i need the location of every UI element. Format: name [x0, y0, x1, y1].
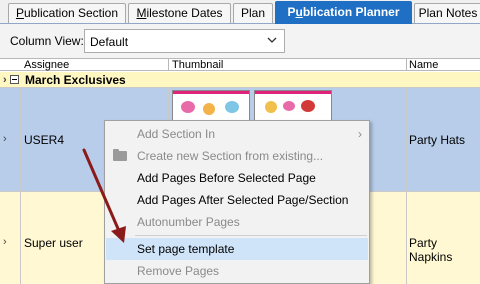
group-row[interactable]: › March Exclusives: [0, 72, 480, 88]
thumbnail-image: [265, 101, 277, 113]
cell-divider: [20, 192, 21, 284]
menu-item-add-pages-after[interactable]: Add Pages After Selected Page/Section: [106, 189, 368, 211]
cell-divider: [406, 88, 407, 191]
thumbnail-image: [181, 101, 195, 113]
cell-divider: [20, 88, 21, 191]
menu-item-add-section-in[interactable]: Add Section In ›: [106, 123, 368, 145]
tab-label: Plan: [240, 6, 266, 20]
column-divider[interactable]: [406, 59, 407, 71]
tab-strip: Publication Section Milestone Dates Plan…: [0, 0, 480, 24]
group-title: March Exclusives: [25, 73, 126, 87]
column-divider[interactable]: [168, 59, 169, 71]
menu-separator: [135, 235, 367, 236]
column-view-select[interactable]: Default: [84, 29, 285, 53]
tab-label: Publication Planner: [287, 5, 400, 19]
thumbnail-image: [225, 101, 239, 113]
menu-item-label: Add Pages After Selected Page/Section: [137, 193, 349, 207]
thumbnail-image: [301, 100, 315, 112]
tab-publication-section[interactable]: Publication Section: [8, 3, 126, 23]
column-header-name[interactable]: Name: [409, 59, 438, 71]
column-view-label: Column View:: [10, 34, 84, 48]
thumbnail-image: [203, 103, 215, 115]
thumbnail-image: [283, 101, 295, 111]
thumbnail-header-band: [173, 91, 249, 94]
row-indicator-icon: ›: [3, 236, 7, 248]
menu-item-add-pages-before[interactable]: Add Pages Before Selected Page: [106, 167, 368, 189]
thumbnail-header-band: [255, 91, 331, 94]
row-indicator-icon: ›: [3, 74, 7, 86]
column-view-value: Default: [90, 35, 129, 49]
menu-item-label: Create new Section from existing...: [137, 149, 324, 163]
menu-item-remove-pages[interactable]: Remove Pages: [106, 260, 368, 282]
tab-plan-notes[interactable]: Plan Notes: [414, 3, 480, 23]
menu-item-label: Autonumber Pages: [137, 215, 240, 229]
chevron-down-icon: [267, 37, 277, 43]
tab-label: Milestone Dates: [136, 6, 223, 20]
menu-item-create-section-from-existing[interactable]: Create new Section from existing...: [106, 145, 368, 167]
assignee-cell: Super user: [24, 236, 83, 250]
submenu-arrow-icon: ›: [358, 127, 362, 141]
column-view-bar: Column View: Default: [0, 24, 480, 58]
menu-item-label: Set page template: [137, 242, 235, 256]
name-cell: Party Napkins: [409, 236, 453, 264]
menu-item-label: Add Pages Before Selected Page: [137, 171, 316, 185]
tab-plan[interactable]: Plan: [233, 3, 273, 23]
menu-item-set-page-template[interactable]: Set page template: [106, 238, 368, 260]
column-header-assignee[interactable]: Assignee: [24, 59, 69, 71]
tab-label: Plan Notes: [418, 6, 478, 20]
context-menu: Add Section In › Create new Section from…: [104, 120, 370, 284]
menu-item-label: Add Section In: [137, 127, 216, 141]
menu-item-label: Remove Pages: [137, 264, 220, 278]
tab-milestone-dates[interactable]: Milestone Dates: [128, 3, 231, 23]
collapse-icon[interactable]: [10, 75, 19, 84]
cell-divider: [406, 192, 407, 284]
assignee-cell: USER4: [24, 133, 65, 147]
grid-header: Assignee Thumbnail Name: [0, 58, 480, 71]
menu-item-autonumber-pages[interactable]: Autonumber Pages: [106, 211, 368, 233]
column-header-thumbnail[interactable]: Thumbnail: [172, 59, 223, 71]
tab-publication-planner[interactable]: Publication Planner: [275, 1, 412, 24]
row-indicator-icon: ›: [3, 133, 7, 145]
name-cell: Party Hats: [409, 133, 466, 147]
folder-icon: [113, 149, 127, 161]
tab-label: Publication Section: [15, 6, 119, 20]
